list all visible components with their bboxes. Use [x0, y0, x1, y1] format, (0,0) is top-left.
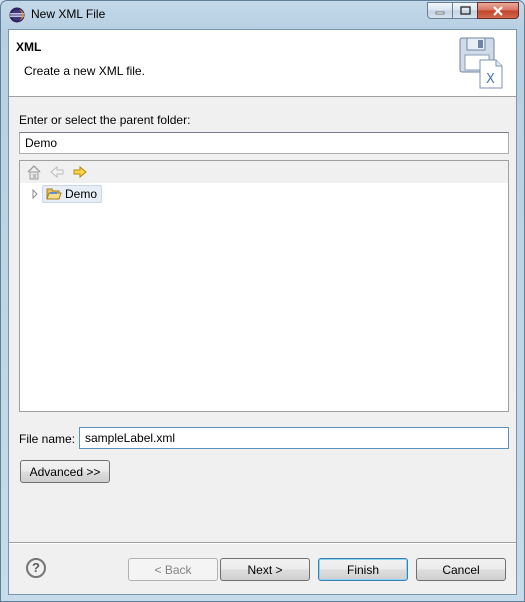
- parent-folder-label: Enter or select the parent folder:: [19, 113, 191, 127]
- back-button[interactable]: < Back: [128, 558, 218, 581]
- open-folder-icon: [46, 188, 62, 200]
- parent-folder-input[interactable]: [19, 132, 509, 154]
- finish-button[interactable]: Finish: [318, 558, 408, 581]
- forward-arrow-icon[interactable]: [72, 164, 88, 180]
- dialog-client-area: XML Create a new XML file. X Enter or se…: [8, 29, 517, 595]
- cancel-button[interactable]: Cancel: [416, 558, 506, 581]
- expand-arrow-icon[interactable]: [31, 189, 39, 199]
- home-icon[interactable]: [26, 164, 42, 180]
- minimize-icon: [435, 11, 445, 14]
- xml-file-wizard-image: X: [459, 37, 503, 89]
- eclipse-icon: [9, 7, 25, 23]
- tree-item-label: Demo: [65, 187, 98, 201]
- help-icon: ?: [32, 560, 40, 575]
- close-window-button[interactable]: [477, 2, 519, 19]
- wizard-description: Create a new XML file.: [24, 64, 145, 78]
- title-bar[interactable]: New XML File: [1, 1, 524, 29]
- tree-item-demo[interactable]: Demo: [42, 185, 103, 203]
- window-title: New XML File: [31, 7, 106, 21]
- dialog-window: New XML File XML Create a new XML file.: [0, 0, 525, 602]
- svg-text:X: X: [486, 72, 495, 87]
- maximize-icon: [459, 6, 471, 15]
- maximize-button[interactable]: [452, 2, 478, 19]
- file-name-input[interactable]: [79, 427, 509, 449]
- folder-tree[interactable]: Demo: [19, 160, 509, 412]
- help-button[interactable]: ?: [26, 558, 46, 578]
- close-icon: [493, 5, 503, 16]
- button-bar-separator: [9, 542, 516, 544]
- next-button[interactable]: Next >: [220, 558, 310, 581]
- back-arrow-icon[interactable]: [49, 164, 65, 180]
- wizard-header: XML Create a new XML file. X: [9, 30, 516, 97]
- file-name-label: File name:: [19, 432, 76, 446]
- tree-toolbar: [20, 161, 508, 183]
- advanced-button[interactable]: Advanced >>: [20, 460, 110, 483]
- minimize-button[interactable]: [427, 2, 453, 19]
- wizard-title: XML: [16, 40, 42, 54]
